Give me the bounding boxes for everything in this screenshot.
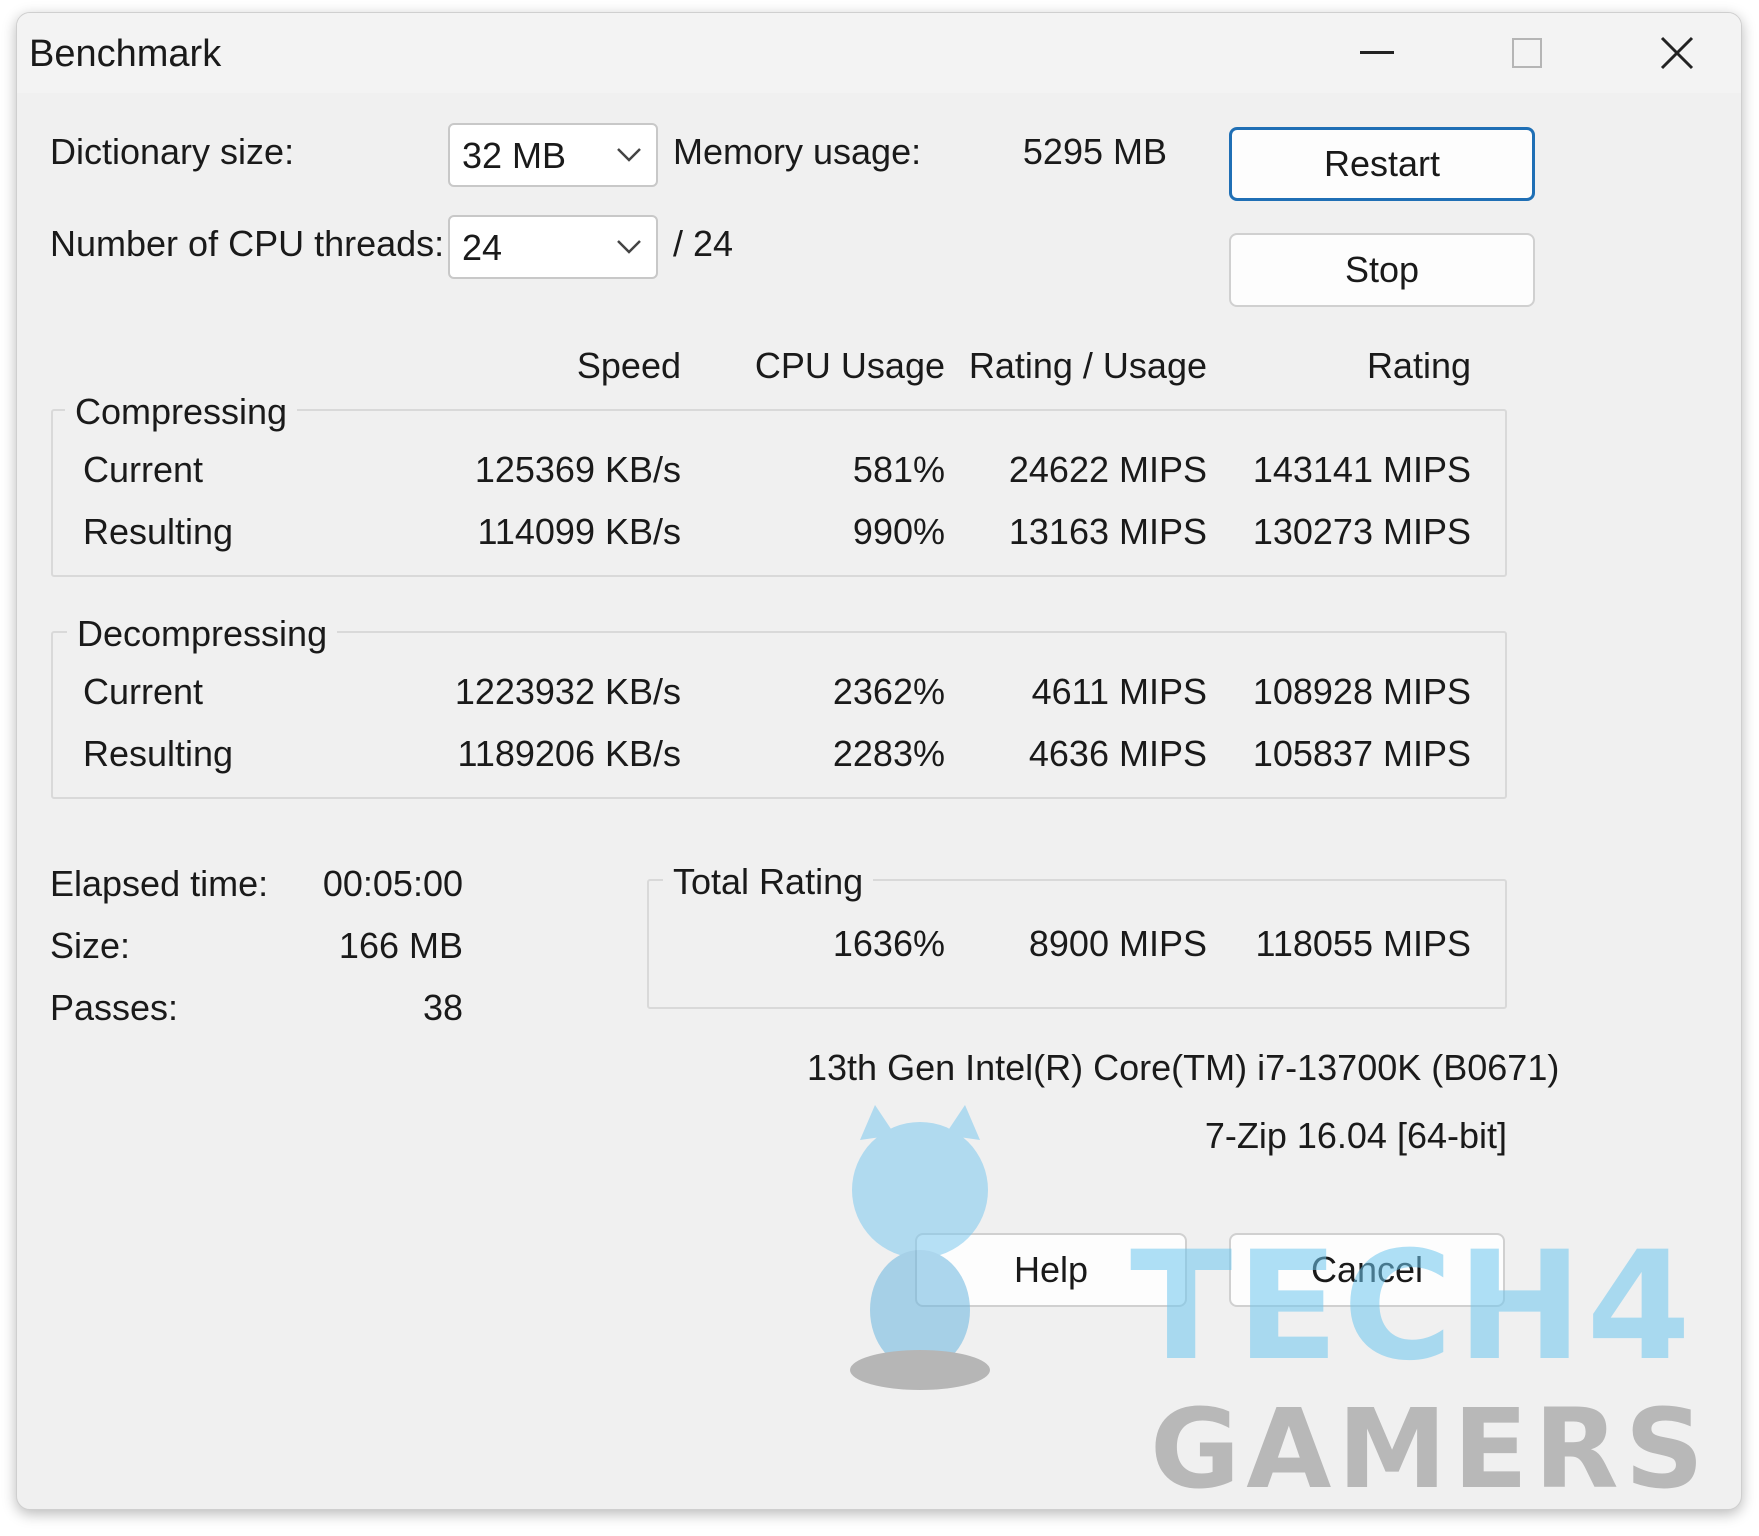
mascot-icon xyxy=(850,1105,990,1390)
compressing-title: Compressing xyxy=(65,391,298,433)
title-bar: Benchmark xyxy=(17,13,1741,93)
memory-usage-value: 5295 MB xyxy=(1022,131,1167,172)
dictionary-size-value: 32 MB xyxy=(462,135,567,176)
compressing-current-label: Current xyxy=(83,449,204,490)
total-rating-usage: 8900 MIPS xyxy=(1028,923,1207,964)
size-value: 166 MB xyxy=(338,925,463,966)
decompressing-resulting-speed: 1189206 KB/s xyxy=(457,733,681,774)
total-cpu-usage: 1636% xyxy=(832,923,945,964)
compressing-resulting-label: Resulting xyxy=(83,511,234,552)
column-header-cpu-usage: CPU Usage xyxy=(754,345,945,386)
cpu-threads-value: 24 xyxy=(462,227,503,268)
restart-button[interactable]: Restart xyxy=(1229,127,1535,201)
decompressing-current-rating: 108928 MIPS xyxy=(1252,671,1471,712)
watermark-text-gamers: GAMERS xyxy=(1150,1385,1710,1513)
elapsed-time-label: Elapsed time: xyxy=(50,863,269,904)
version-info: 7-Zip 16.04 [64-bit] xyxy=(1204,1115,1507,1156)
decompressing-title: Decompressing xyxy=(67,613,338,655)
compressing-resulting-rating: 130273 MIPS xyxy=(1252,511,1471,552)
decompressing-resulting-cpu: 2283% xyxy=(832,733,945,774)
passes-label: Passes: xyxy=(50,987,179,1028)
size-label: Size: xyxy=(50,925,131,966)
compressing-current-rating: 143141 MIPS xyxy=(1252,449,1471,490)
decompressing-current-cpu: 2362% xyxy=(832,671,945,712)
decompressing-resulting-label: Resulting xyxy=(83,733,234,774)
decompressing-current-label: Current xyxy=(83,671,204,712)
dictionary-size-label: Dictionary size: xyxy=(50,131,295,172)
column-header-rating: Rating xyxy=(1366,345,1471,386)
total-rating-value: 118055 MIPS xyxy=(1255,923,1471,964)
passes-value: 38 xyxy=(422,987,463,1028)
dictionary-size-select[interactable]: 32 MB xyxy=(448,123,658,187)
decompressing-resulting-rating-usage: 4636 MIPS xyxy=(1028,733,1207,774)
watermark-text-tech: TECH4 xyxy=(1130,1220,1695,1394)
chevron-down-icon xyxy=(617,240,641,254)
cpu-threads-select[interactable]: 24 xyxy=(448,215,658,279)
close-button[interactable] xyxy=(1607,13,1741,93)
minimize-icon xyxy=(1360,51,1394,54)
compressing-resulting-rating-usage: 13163 MIPS xyxy=(1008,511,1207,552)
maximize-button[interactable] xyxy=(1457,13,1597,93)
memory-usage-label: Memory usage: xyxy=(673,131,922,172)
compressing-current-rating-usage: 24622 MIPS xyxy=(1008,449,1207,490)
decompressing-current-speed: 1223932 KB/s xyxy=(454,671,681,712)
cpu-threads-label: Number of CPU threads: xyxy=(50,223,445,264)
compressing-current-cpu: 581% xyxy=(852,449,945,490)
compressing-current-speed: 125369 KB/s xyxy=(474,449,681,490)
cpu-name: 13th Gen Intel(R) Core(TM) i7-13700K (B0… xyxy=(807,1047,1560,1088)
chevron-down-icon xyxy=(617,148,641,162)
column-header-rating-usage: Rating / Usage xyxy=(968,345,1207,386)
maximize-icon xyxy=(1512,38,1542,68)
column-header-speed: Speed xyxy=(576,345,681,386)
cpu-threads-total: / 24 xyxy=(673,223,734,264)
decompressing-resulting-rating: 105837 MIPS xyxy=(1252,733,1471,774)
window-title: Benchmark xyxy=(29,33,222,75)
minimize-button[interactable] xyxy=(1307,13,1447,93)
close-icon xyxy=(1660,36,1694,70)
total-rating-title: Total Rating xyxy=(663,861,874,903)
stop-button[interactable]: Stop xyxy=(1229,233,1535,307)
compressing-resulting-speed: 114099 KB/s xyxy=(477,511,681,552)
compressing-resulting-cpu: 990% xyxy=(852,511,945,552)
elapsed-time-value: 00:05:00 xyxy=(322,863,463,904)
watermark-logo: TECH4 GAMERS xyxy=(850,1105,1730,1513)
decompressing-current-rating-usage: 4611 MIPS xyxy=(1031,671,1207,712)
